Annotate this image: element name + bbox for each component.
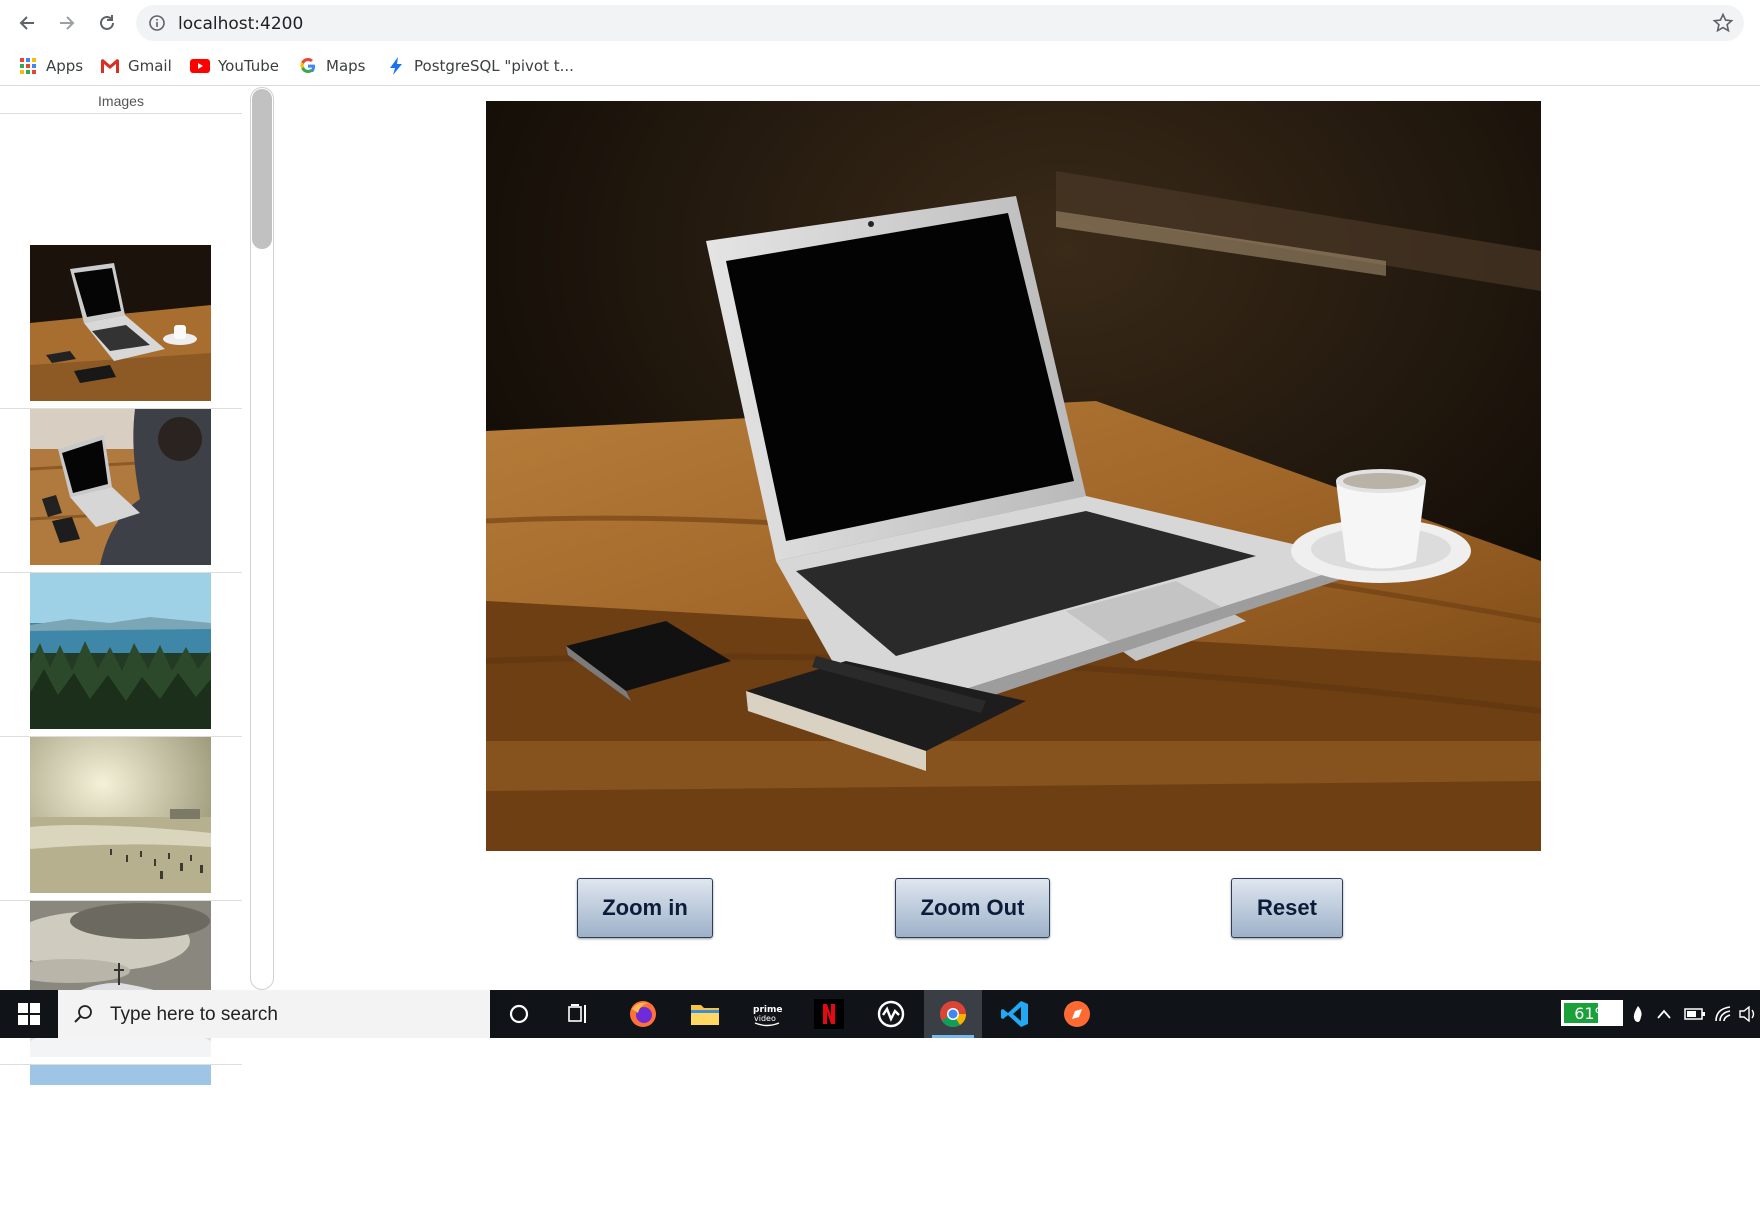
bookmark-star-icon[interactable] xyxy=(1712,12,1734,34)
chrome-icon[interactable] xyxy=(924,990,982,1038)
battery-percent: 61% xyxy=(1574,1004,1610,1023)
bookmark-maps[interactable]: Maps xyxy=(298,54,365,78)
browser-app-icon[interactable] xyxy=(1048,990,1106,1038)
power-battery-icon[interactable] xyxy=(1683,1002,1707,1026)
gmail-icon xyxy=(100,56,120,76)
forward-icon[interactable] xyxy=(52,8,82,38)
thumbnail-item[interactable] xyxy=(0,245,242,409)
apps-grid-icon xyxy=(18,56,38,76)
thumbnail-item[interactable] xyxy=(0,737,242,901)
thumbnail-item[interactable] xyxy=(0,409,242,573)
zoom-out-button[interactable]: Zoom Out xyxy=(895,878,1050,938)
prime-video-icon[interactable]: prime video xyxy=(738,990,796,1038)
info-icon[interactable] xyxy=(148,14,166,32)
bookmark-label: PostgreSQL "pivot t... xyxy=(414,57,574,75)
reset-button[interactable]: Reset xyxy=(1231,878,1343,938)
windows-taskbar: Type here to search prime video 61% xyxy=(0,990,1760,1038)
thumbnail-item[interactable] xyxy=(0,573,242,737)
netflix-icon[interactable] xyxy=(800,990,858,1038)
chevron-up-icon[interactable] xyxy=(1652,1002,1676,1026)
browser-nav-bar: localhost:4200 xyxy=(0,0,1760,46)
thumbnail-item[interactable] xyxy=(0,901,242,1065)
youtube-icon xyxy=(190,56,210,76)
bookmark-gmail[interactable]: Gmail xyxy=(100,54,172,78)
bookmark-label: Apps xyxy=(46,57,84,75)
bookmark-label: Maps xyxy=(326,57,366,75)
zoom-in-button[interactable]: Zoom in xyxy=(577,878,713,938)
back-icon[interactable] xyxy=(12,8,42,38)
search-placeholder: Type here to search xyxy=(110,1004,278,1025)
bookmarks-bar: Apps Gmail YouTube Maps PostgreSQL "pivo… xyxy=(0,46,1760,86)
thumbnail-partial-image[interactable] xyxy=(30,1065,211,1085)
url-text: localhost:4200 xyxy=(178,14,304,34)
windows-start-icon[interactable] xyxy=(0,990,58,1038)
reload-icon[interactable] xyxy=(92,8,122,38)
bookmark-postgresql[interactable]: PostgreSQL "pivot t... xyxy=(386,54,574,78)
firefox-icon[interactable] xyxy=(614,990,672,1038)
vscode-icon[interactable] xyxy=(986,990,1044,1038)
address-bar[interactable]: localhost:4200 xyxy=(136,5,1744,41)
scrollbar-thumb[interactable] xyxy=(252,89,272,249)
battery-indicator[interactable]: 61% xyxy=(1561,1000,1623,1026)
google-icon xyxy=(298,56,318,76)
flame-tray-icon[interactable] xyxy=(1626,1002,1650,1026)
taskbar-search-input[interactable]: Type here to search xyxy=(58,990,490,1038)
cortana-icon[interactable] xyxy=(490,990,548,1038)
bolt-icon xyxy=(386,56,406,76)
bookmark-apps[interactable]: Apps xyxy=(18,54,83,78)
page-scrollbar[interactable] xyxy=(1743,87,1760,990)
svg-text:video: video xyxy=(754,1014,776,1023)
bookmark-label: Gmail xyxy=(128,57,172,75)
bookmark-label: YouTube xyxy=(218,57,279,75)
image-sidebar: Images xyxy=(0,87,244,1085)
sidebar-title: Images xyxy=(98,93,144,109)
file-explorer-icon[interactable] xyxy=(676,990,734,1038)
thumbnail-beach-image[interactable] xyxy=(30,737,211,893)
wifi-icon[interactable] xyxy=(1712,1002,1736,1026)
thumbnail-forest-image[interactable] xyxy=(30,573,211,729)
main-image-viewer xyxy=(486,101,1541,851)
network-app-icon[interactable] xyxy=(862,990,920,1038)
bookmark-youtube[interactable]: YouTube xyxy=(190,54,279,78)
thumbnail-laptop-image[interactable] xyxy=(30,245,211,401)
sidebar-divider xyxy=(0,113,242,114)
speaker-icon[interactable] xyxy=(1738,1002,1758,1026)
search-icon xyxy=(74,1005,92,1023)
task-view-icon[interactable] xyxy=(550,990,608,1038)
thumbnail-item[interactable] xyxy=(0,1065,242,1229)
sidebar-scrollbar[interactable] xyxy=(250,87,274,990)
thumbnail-person-laptop-image[interactable] xyxy=(30,409,211,565)
